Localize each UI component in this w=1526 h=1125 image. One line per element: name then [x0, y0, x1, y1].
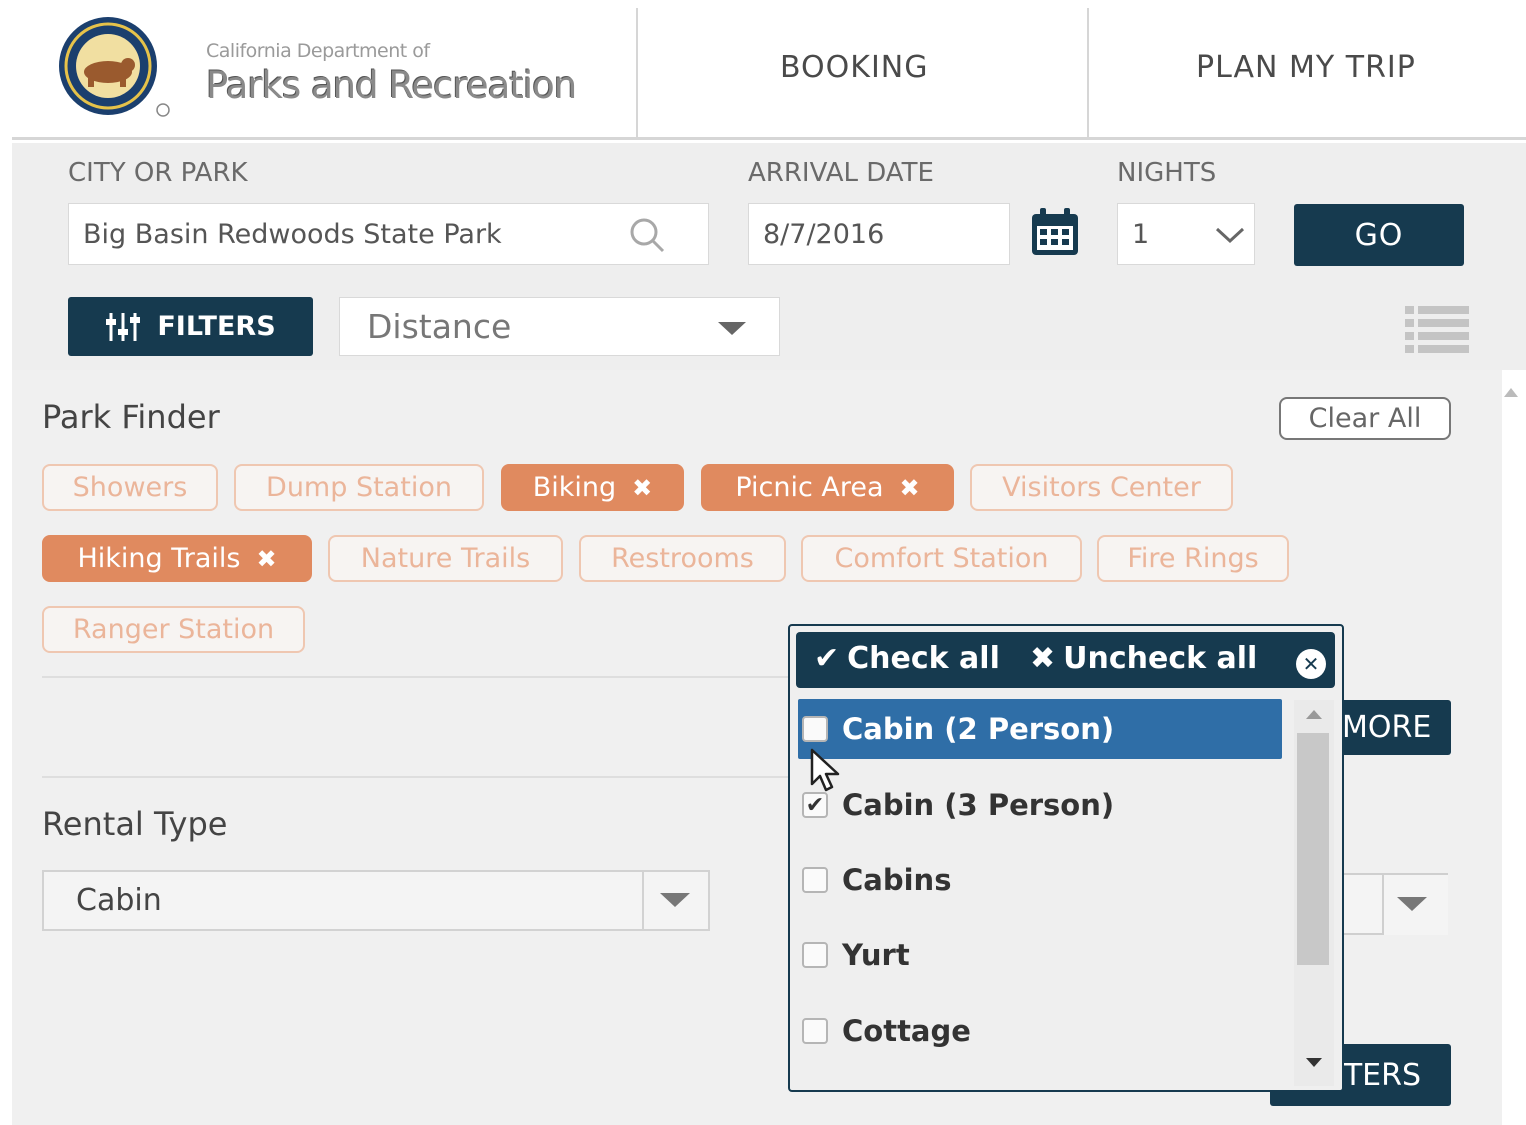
city-input-value: Big Basin Redwoods State Park	[83, 218, 502, 250]
sort-value: Distance	[367, 307, 512, 346]
nav-plan-my-trip[interactable]: PLAN MY TRIP	[1196, 50, 1416, 85]
option-label: Cabin (2 Person)	[842, 712, 1115, 746]
search-icon[interactable]	[628, 216, 666, 254]
arrival-date-input[interactable]: 8/7/2016	[748, 203, 1010, 265]
sort-select[interactable]: Distance	[339, 297, 780, 356]
org-subtitle: California Department of	[206, 40, 430, 62]
state-parks-logo[interactable]	[50, 14, 170, 118]
nights-label: NIGHTS	[1117, 158, 1217, 188]
check-icon: ✔	[814, 641, 840, 676]
option-label: Cabins	[842, 863, 952, 897]
chip-biking[interactable]: Biking ✖	[501, 464, 684, 511]
chip-dump-station[interactable]: Dump Station	[234, 464, 484, 511]
go-button[interactable]: GO	[1294, 204, 1464, 266]
option-yurt[interactable]: Yurt	[798, 925, 1282, 985]
chip-label: Comfort Station	[834, 543, 1049, 574]
option-cottage[interactable]: Cottage	[798, 1001, 1282, 1061]
divider	[42, 776, 788, 778]
remove-icon[interactable]: ✖	[256, 545, 276, 573]
chip-visitors-center[interactable]: Visitors Center	[970, 464, 1233, 511]
calendar-icon[interactable]	[1029, 206, 1081, 258]
caret-down-icon	[718, 322, 746, 335]
chip-fire-rings[interactable]: Fire Rings	[1097, 535, 1289, 582]
chip-showers[interactable]: Showers	[42, 464, 218, 511]
chip-label: Biking	[532, 472, 617, 503]
option-label: Yurt	[842, 938, 910, 972]
chip-label: Restrooms	[611, 543, 754, 574]
option-cabin-3-person[interactable]: ✔ Cabin (3 Person)	[798, 775, 1282, 835]
nav-divider	[636, 8, 638, 140]
nav-booking[interactable]: BOOKING	[780, 50, 929, 85]
chip-comfort-station[interactable]: Comfort Station	[801, 535, 1082, 582]
nights-value: 1	[1132, 218, 1150, 250]
chip-nature-trails[interactable]: Nature Trails	[328, 535, 563, 582]
park-finder-title: Park Finder	[42, 398, 220, 436]
caret-down-icon	[660, 893, 690, 907]
checkbox-checked[interactable]: ✔	[802, 792, 828, 818]
chevron-down-icon	[1215, 227, 1245, 244]
arrival-label: ARRIVAL DATE	[748, 158, 934, 188]
chip-label: Ranger Station	[72, 614, 275, 645]
close-icon[interactable]: ✕	[1296, 649, 1326, 679]
caret-down-icon	[1397, 897, 1427, 911]
chip-label: Showers	[72, 472, 188, 503]
filters-button[interactable]: FILTERS	[68, 297, 313, 356]
chip-ranger-station[interactable]: Ranger Station	[42, 606, 305, 653]
chip-hiking-trails[interactable]: Hiking Trails ✖	[42, 535, 312, 582]
rental-type-select[interactable]: Cabin	[42, 870, 710, 931]
arrival-date-value: 8/7/2016	[763, 218, 885, 250]
filters-label: FILTERS	[157, 311, 276, 342]
uncheck-all-label: Uncheck all	[1063, 641, 1258, 676]
clear-all-button[interactable]: Clear All	[1279, 397, 1451, 440]
chip-label: Picnic Area	[735, 472, 884, 503]
city-input[interactable]: Big Basin Redwoods State Park	[68, 203, 709, 265]
org-title[interactable]: Parks and Recreation	[206, 64, 577, 107]
chip-label: Nature Trails	[360, 543, 531, 574]
mouse-cursor-icon	[810, 748, 840, 792]
check-all-label: Check all	[847, 641, 1000, 676]
chip-picnic-area[interactable]: Picnic Area ✖	[701, 464, 954, 511]
more-button[interactable]: MORE	[1336, 700, 1451, 755]
option-cabins[interactable]: Cabins	[798, 850, 1282, 910]
x-icon: ✖	[1030, 641, 1056, 676]
checkbox[interactable]	[802, 942, 828, 968]
checkbox[interactable]	[802, 1018, 828, 1044]
divider	[42, 676, 788, 678]
chip-label: Visitors Center	[1002, 472, 1201, 503]
sliders-icon	[106, 312, 141, 341]
scroll-up-icon[interactable]	[1306, 710, 1322, 719]
remove-icon[interactable]: ✖	[900, 474, 920, 502]
remove-icon[interactable]: ✖	[632, 474, 652, 502]
option-cabin-2-person[interactable]: Cabin (2 Person)	[798, 699, 1282, 759]
option-label: Cabin (3 Person)	[842, 788, 1115, 822]
check-all-button[interactable]: ✔ Check all	[814, 641, 1000, 676]
option-label: Cottage	[842, 1014, 971, 1048]
chip-restrooms[interactable]: Restrooms	[579, 535, 786, 582]
nav-divider	[1087, 8, 1089, 140]
dropdown-scroll-thumb[interactable]	[1297, 733, 1329, 965]
rental-type-title: Rental Type	[42, 805, 228, 843]
checkbox[interactable]	[802, 867, 828, 893]
panel-scroll-up-icon[interactable]	[1504, 388, 1518, 397]
chip-label: Hiking Trails	[77, 543, 241, 574]
city-label: CITY OR PARK	[68, 158, 248, 188]
chip-label: Fire Rings	[1127, 543, 1259, 574]
checkbox[interactable]	[802, 716, 828, 742]
rental-type-value: Cabin	[76, 883, 162, 918]
chip-label: Dump Station	[266, 472, 452, 503]
uncheck-all-button[interactable]: ✖ Uncheck all	[1030, 641, 1257, 676]
scroll-down-icon[interactable]	[1306, 1058, 1322, 1067]
list-view-icon[interactable]	[1405, 304, 1469, 356]
